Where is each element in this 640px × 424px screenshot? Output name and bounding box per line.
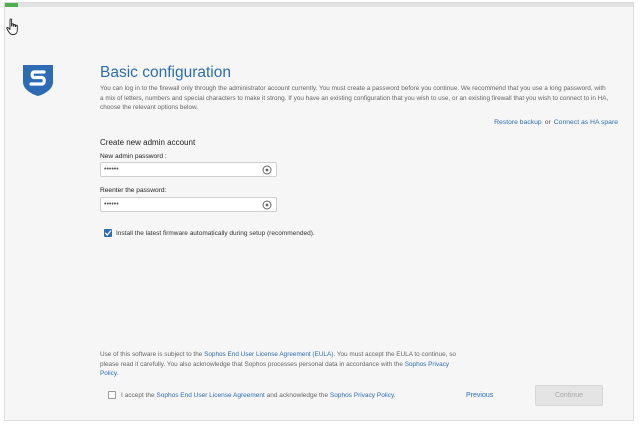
reenter-password-input[interactable] <box>104 198 254 211</box>
intro-text: You can log in to the firewall only thro… <box>100 85 609 111</box>
eula-link[interactable]: Sophos End User License Agreement (EULA) <box>204 351 333 358</box>
eye-reveal-icon[interactable] <box>262 200 272 210</box>
checkmark-icon <box>104 230 112 236</box>
page-title: Basic configuration <box>100 64 231 81</box>
firmware-checkbox-label: Install the latest firmware automaticall… <box>116 229 315 237</box>
hand-pointer-icon <box>6 18 18 35</box>
eula-notice: Use of this software is subject to the S… <box>100 350 460 379</box>
firmware-checkbox[interactable] <box>104 229 112 237</box>
eye-reveal-icon[interactable] <box>262 165 272 175</box>
new-password-input[interactable] <box>104 163 254 176</box>
accept-eula-checkbox[interactable] <box>108 391 116 399</box>
config-options-links: Restore backup or Connect as HA spare <box>494 119 618 126</box>
accept-text: . <box>393 391 396 399</box>
accept-privacy-link[interactable]: Sophos Privacy Policy <box>330 392 394 399</box>
accept-eula-option[interactable]: I accept the Sophos End User License Agr… <box>108 391 396 399</box>
eula-notice-text: Use of this software is subject to the <box>100 351 205 358</box>
reenter-password-label: Reenter the password: <box>100 187 167 194</box>
section-title: Create new admin account <box>100 138 196 147</box>
continue-button[interactable]: Continue <box>535 385 603 406</box>
setup-progress-fill <box>5 3 18 7</box>
accept-eula-link[interactable]: Sophos End User License Agreement <box>156 392 264 399</box>
eula-notice-text: . <box>116 370 119 377</box>
previous-link[interactable]: Previous <box>466 392 493 399</box>
firmware-update-option[interactable]: Install the latest firmware automaticall… <box>104 229 315 237</box>
reenter-password-field[interactable] <box>100 197 277 212</box>
accept-eula-label: I accept the Sophos End User License Agr… <box>121 392 396 399</box>
sophos-shield-logo <box>23 65 53 96</box>
new-password-label: New admin password : <box>100 153 167 160</box>
connect-ha-spare-link[interactable]: Connect as HA spare <box>554 119 618 126</box>
restore-backup-link[interactable]: Restore backup <box>494 119 542 126</box>
accept-text: and acknowledge the <box>264 391 330 399</box>
or-separator: or <box>544 119 551 126</box>
new-password-field[interactable] <box>100 162 277 177</box>
setup-progress-bar <box>5 3 633 7</box>
accept-text: I accept the <box>121 391 157 399</box>
